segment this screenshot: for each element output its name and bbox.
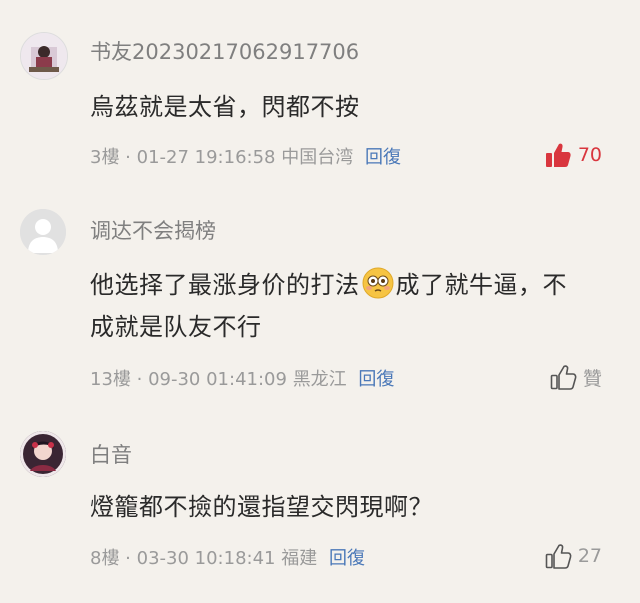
- like-button[interactable]: 贊: [549, 363, 602, 391]
- comment-text: 烏茲就是太省，閃都不按: [90, 93, 360, 121]
- floor-number: 3樓: [90, 147, 120, 168]
- comment-location: 福建: [281, 548, 318, 569]
- comment-meta: 13樓 · 09-30 01:41:09 黑龙江 回復: [90, 369, 395, 390]
- default-avatar[interactable]: [20, 209, 66, 255]
- like-label: 贊: [582, 367, 602, 390]
- reply-button[interactable]: 回復: [365, 147, 401, 168]
- like-count: 27: [577, 545, 602, 567]
- username[interactable]: 书友20230217062917706: [90, 38, 359, 66]
- comment-datetime: 09-30 01:41:09: [148, 369, 287, 390]
- comment-text: 燈籠都不撿的還指望交閃現啊？: [90, 493, 433, 521]
- thumbs-up-filled-icon: [544, 141, 572, 169]
- like-button[interactable]: 27: [544, 542, 602, 570]
- flushed-face-emoji: [362, 267, 394, 299]
- thumbs-up-outline-icon: [544, 542, 572, 570]
- user-avatar[interactable]: [20, 32, 68, 80]
- comment-text-part: 他选择了最涨身价的打法: [90, 271, 360, 299]
- username[interactable]: 白音: [90, 441, 132, 469]
- reply-button[interactable]: 回復: [358, 369, 394, 390]
- thumbs-up-outline-icon: [549, 363, 577, 391]
- like-count: 70: [577, 144, 602, 166]
- comment-meta: 3樓 · 01-27 19:16:58 中国台湾 回復: [90, 147, 401, 168]
- floor-number: 13樓: [90, 369, 131, 390]
- comment-datetime: 01-27 19:16:58: [136, 147, 276, 168]
- comment-meta: 8樓 · 03-30 10:18:41 福建 回復: [90, 548, 365, 569]
- comment-text: 他选择了最涨身价的打法 成了就牛逼，不成就是队友不行: [90, 264, 570, 348]
- floor-number: 8樓: [90, 548, 120, 569]
- comment-datetime: 03-30 10:18:41: [136, 548, 276, 569]
- user-avatar[interactable]: [20, 431, 66, 477]
- like-button[interactable]: 70: [544, 141, 602, 169]
- username[interactable]: 调达不会揭榜: [90, 217, 216, 245]
- comment-location: 中国台湾: [281, 147, 354, 168]
- reply-button[interactable]: 回復: [329, 548, 365, 569]
- comment-location: 黑龙江: [292, 369, 347, 390]
